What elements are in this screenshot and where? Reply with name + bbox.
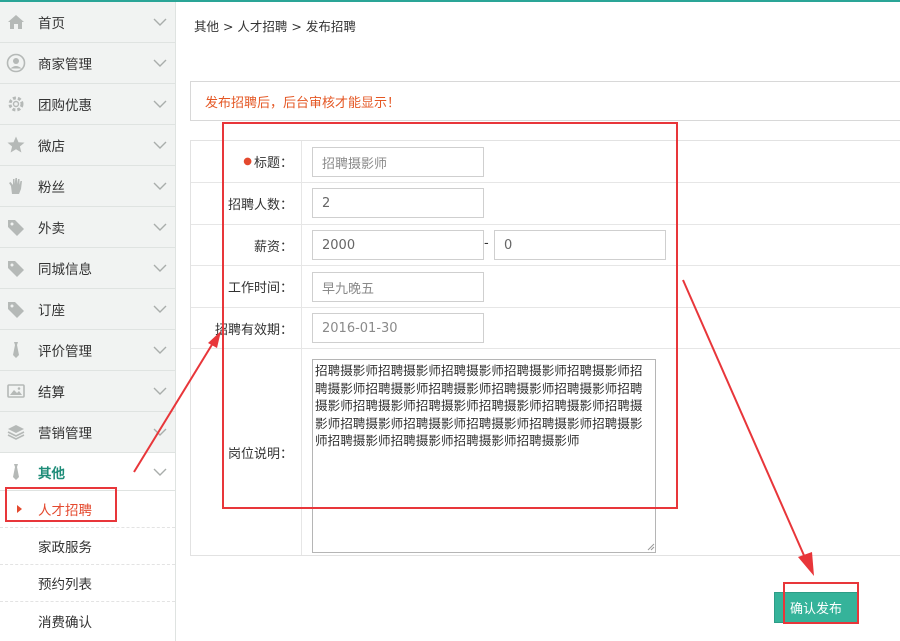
- description-label: 岗位说明：: [191, 349, 302, 555]
- tie-icon: [13, 463, 19, 480]
- sidebar-item-label: 订座: [38, 303, 65, 319]
- sidebar-item-label: 团购优惠: [38, 98, 92, 114]
- sidebar-item-label: 首页: [38, 16, 65, 32]
- salary-label: 薪资：: [191, 225, 302, 265]
- submenu-item-appointments[interactable]: 预约列表: [0, 565, 175, 602]
- submenu-item-recruitment[interactable]: 人才招聘: [0, 491, 175, 528]
- sidebar-item-label: 商家管理: [38, 57, 92, 73]
- form-row-title: ● 标题： 招聘摄影师: [191, 141, 900, 183]
- worktime-label: 工作时间：: [191, 266, 302, 307]
- sidebar-item-label: 粉丝: [38, 180, 65, 196]
- chevron-down-icon: [153, 387, 167, 395]
- sidebar-item-settlement[interactable]: 结算: [0, 371, 175, 412]
- sidebar-item-groupbuy[interactable]: 团购优惠: [0, 84, 175, 125]
- tie-icon: [13, 342, 19, 358]
- breadcrumb: 其他 > 人才招聘 > 发布招聘: [194, 19, 356, 34]
- sidebar-item-takeout[interactable]: 外卖: [0, 207, 175, 248]
- notice-banner: 发布招聘后，后台审核才能显示！: [190, 81, 900, 121]
- sidebar-item-label: 其他: [38, 465, 65, 482]
- user-circle-icon: [6, 53, 26, 73]
- tag-icon: [8, 261, 24, 277]
- title-input[interactable]: 招聘摄影师: [312, 147, 484, 177]
- chevron-down-icon: [153, 223, 167, 231]
- validity-label: 招聘有效期：: [191, 308, 302, 348]
- chevron-down-icon: [153, 59, 167, 67]
- sidebar: 首页 商家管理 团购优惠 微店 粉丝 外卖 同城信息 订座 评价管理 结算 营销…: [0, 0, 176, 641]
- sidebar-item-label: 结算: [38, 385, 65, 401]
- submenu-item-consume-confirm[interactable]: 消费确认: [0, 602, 175, 639]
- chevron-down-icon: [153, 346, 167, 354]
- submenu-item-label: 人才招聘: [38, 503, 92, 519]
- chevron-down-icon: [153, 141, 167, 149]
- count-label: 招聘人数：: [191, 183, 302, 224]
- description-textarea[interactable]: 招聘摄影师招聘摄影师招聘摄影师招聘摄影师招聘摄影师招聘摄影师招聘摄影师招聘摄影师…: [312, 359, 656, 553]
- hand-icon: [9, 178, 22, 194]
- sidebar-item-home[interactable]: 首页: [0, 2, 175, 43]
- form-row-worktime: 工作时间： 早九晚五: [191, 266, 900, 308]
- salary-min-input[interactable]: 2000: [312, 230, 484, 260]
- top-accent-line: [0, 0, 900, 2]
- gear-icon: [8, 96, 24, 112]
- home-icon: [8, 15, 24, 29]
- sidebar-item-merchant[interactable]: 商家管理: [0, 43, 175, 84]
- chevron-down-icon: [153, 18, 167, 26]
- required-mark: ●: [243, 156, 252, 167]
- sidebar-item-local-info[interactable]: 同城信息: [0, 248, 175, 289]
- layers-icon: [7, 425, 25, 440]
- sidebar-item-other[interactable]: 其他: [0, 453, 175, 491]
- sidebar-item-label: 外卖: [38, 221, 65, 237]
- sidebar-item-label: 同城信息: [38, 262, 92, 278]
- sidebar-item-label: 微店: [38, 139, 65, 155]
- image-icon: [7, 384, 25, 398]
- sidebar-item-microshop[interactable]: 微店: [0, 125, 175, 166]
- chevron-down-icon: [153, 100, 167, 108]
- form-row-validity: 招聘有效期： 2016-01-30: [191, 308, 900, 349]
- salary-separator: -: [484, 236, 489, 251]
- submenu-item-label: 家政服务: [38, 540, 92, 556]
- submenu-item-label: 预约列表: [38, 577, 92, 593]
- chevron-down-icon: [153, 428, 167, 436]
- submenu-item-housekeeping[interactable]: 家政服务: [0, 528, 175, 565]
- salary-max-input[interactable]: 0: [494, 230, 666, 260]
- worktime-input[interactable]: 早九晚五: [312, 272, 484, 302]
- recruitment-form: ● 标题： 招聘摄影师 招聘人数： 2 薪资： 2000 - 0 工作时间： 早九…: [190, 140, 900, 556]
- validity-date-input[interactable]: 2016-01-30: [312, 313, 484, 343]
- sidebar-submenu-other: 人才招聘 家政服务 预约列表 消费确认: [0, 491, 175, 641]
- sidebar-item-marketing[interactable]: 营销管理: [0, 412, 175, 453]
- tag-icon: [8, 302, 24, 318]
- caret-right-icon: [17, 505, 22, 513]
- tag-icon: [8, 220, 24, 236]
- chevron-down-icon: [153, 305, 167, 313]
- sidebar-item-label: 营销管理: [38, 426, 92, 442]
- form-row-salary: 薪资： 2000 - 0: [191, 225, 900, 266]
- form-row-description: 岗位说明： 招聘摄影师招聘摄影师招聘摄影师招聘摄影师招聘摄影师招聘摄影师招聘摄影…: [191, 349, 900, 555]
- title-label: ● 标题：: [191, 141, 302, 182]
- chevron-down-icon: [153, 264, 167, 272]
- star-icon: [7, 136, 25, 153]
- title-label-text: 标题：: [253, 156, 293, 171]
- sidebar-item-label: 评价管理: [38, 344, 92, 360]
- resize-grip-icon[interactable]: [647, 543, 655, 551]
- count-input[interactable]: 2: [312, 188, 484, 218]
- chevron-down-icon: [153, 468, 167, 476]
- sidebar-item-reservation[interactable]: 订座: [0, 289, 175, 330]
- confirm-publish-button[interactable]: 确认发布: [774, 592, 858, 623]
- form-row-count: 招聘人数： 2: [191, 183, 900, 225]
- sidebar-item-fans[interactable]: 粉丝: [0, 166, 175, 207]
- sidebar-item-reviews[interactable]: 评价管理: [0, 330, 175, 371]
- submenu-item-label: 消费确认: [38, 614, 92, 631]
- chevron-down-icon: [153, 182, 167, 190]
